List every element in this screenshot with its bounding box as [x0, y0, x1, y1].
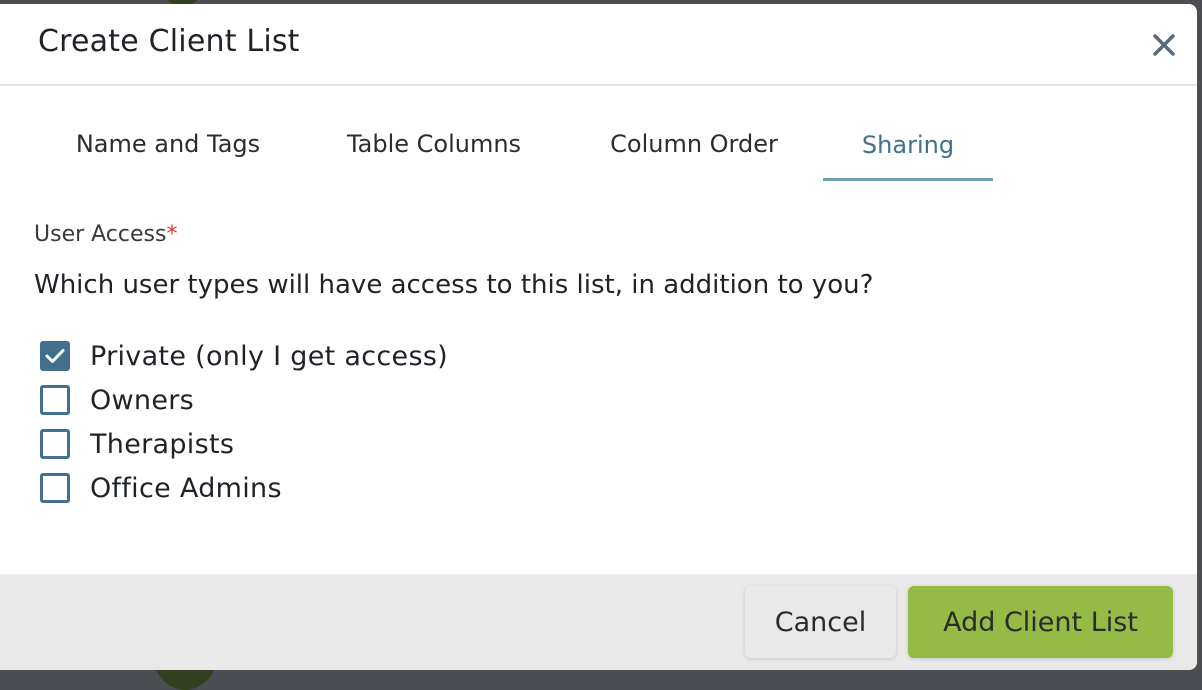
checkbox-private[interactable] [40, 341, 70, 371]
user-access-label: User Access* [34, 222, 177, 247]
user-access-label-text: User Access [34, 222, 167, 247]
checkbox-therapists[interactable] [40, 429, 70, 459]
create-client-list-dialog: Create Client List Name and Tags Table C… [0, 4, 1197, 670]
dialog-footer: Cancel Add Client List [0, 574, 1197, 670]
tab-column-order[interactable]: Column Order [566, 112, 822, 176]
option-private[interactable]: Private (only I get access) [40, 334, 448, 378]
user-access-question: Which user types will have access to thi… [34, 270, 874, 300]
option-therapists[interactable]: Therapists [40, 422, 448, 466]
option-label: Owners [90, 384, 195, 416]
user-access-options: Private (only I get access) Owners Thera… [40, 334, 448, 510]
close-button[interactable] [1147, 28, 1181, 62]
tab-name-and-tags[interactable]: Name and Tags [34, 112, 302, 176]
close-icon [1153, 34, 1175, 56]
option-office-admins[interactable]: Office Admins [40, 466, 448, 510]
dialog-title: Create Client List [38, 24, 300, 59]
checkbox-office-admins[interactable] [40, 473, 70, 503]
tab-sharing[interactable]: Sharing [823, 112, 993, 181]
option-label: Private (only I get access) [90, 340, 449, 372]
cancel-button[interactable]: Cancel [745, 586, 896, 658]
required-asterisk: * [166, 222, 178, 247]
add-client-list-button[interactable]: Add Client List [908, 586, 1173, 658]
checkbox-owners[interactable] [40, 385, 70, 415]
option-label: Office Admins [90, 472, 282, 504]
dialog-header: Create Client List [0, 4, 1197, 86]
checkmark-icon [45, 349, 65, 363]
option-label: Therapists [90, 428, 235, 460]
option-owners[interactable]: Owners [40, 378, 448, 422]
tab-table-columns[interactable]: Table Columns [302, 112, 566, 176]
